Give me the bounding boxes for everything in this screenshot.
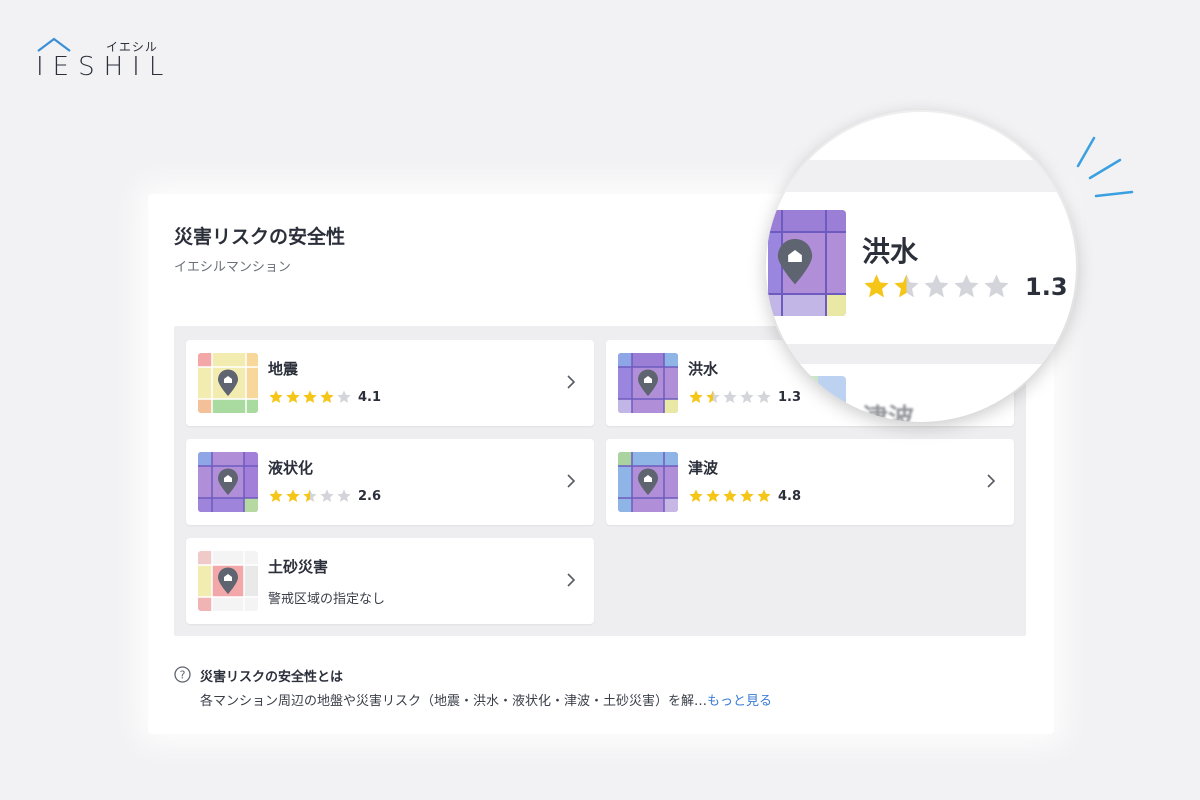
info-text: 各マンション周辺の地盤や災害リスク（地震・洪水・液状化・津波・土砂災害）を解… [200, 694, 708, 709]
score: 2.6 [358, 488, 382, 504]
magnified-star-rating: 1.3 [862, 272, 1068, 301]
stars [862, 272, 1011, 301]
stars [268, 389, 352, 405]
risk-name: 液状化 [268, 459, 314, 477]
map-pin-home-icon [638, 468, 658, 495]
map-thumbnail [618, 452, 678, 512]
section-subtitle: イエシルマンション [174, 260, 291, 275]
star-empty-icon [757, 390, 771, 403]
info-title: 災害リスクの安全性とは [200, 670, 344, 685]
risk-name: 地震 [268, 360, 299, 378]
star-filled-icon [689, 489, 703, 502]
magnified-risk-name: 洪水 [862, 235, 919, 268]
star-half-icon [894, 274, 919, 298]
star-empty-icon [740, 390, 754, 403]
info-body: 各マンション周辺の地盤や災害リスク（地震・洪水・液状化・津波・土砂災害）を解…も… [200, 690, 772, 709]
star-filled-icon [269, 489, 283, 502]
star-filled-icon [706, 489, 720, 502]
star-filled-icon [864, 274, 889, 298]
magnified-score: 1.3 [1025, 272, 1068, 301]
magnified-next-thumbnail [806, 376, 846, 416]
star-empty-icon [320, 489, 334, 502]
star-rating: 4.1 [268, 389, 381, 405]
question-circle-icon: ? [174, 666, 191, 683]
chevron-right-icon [567, 474, 576, 488]
sparkle-lines-icon [1076, 136, 1134, 198]
star-empty-icon [723, 390, 737, 403]
section-title: 災害リスクの安全性 [174, 226, 346, 248]
star-filled-icon [286, 390, 300, 403]
magnified-next-name: 津波 [862, 404, 915, 422]
chevron-right-icon [567, 573, 576, 587]
map-pin-home-icon [638, 369, 658, 396]
magnifier-grid-band [766, 344, 1076, 364]
magnifier-callout: 洪水 1.3 津波 [766, 112, 1076, 422]
risk-item-liquefaction[interactable]: 液状化 2.6 [186, 439, 594, 525]
star-filled-icon [303, 390, 317, 403]
stars [268, 488, 352, 504]
chevron-right-icon [567, 375, 576, 389]
score: 4.1 [358, 389, 382, 405]
magnified-map-thumbnail [768, 210, 846, 316]
map-pin-home-icon [218, 567, 238, 594]
risk-description: 警戒区域の指定なし [268, 592, 386, 607]
score: 4.8 [778, 488, 802, 504]
risk-name: 土砂災害 [268, 558, 329, 576]
risk-name: 津波 [688, 459, 719, 477]
map-thumbnail [198, 353, 258, 413]
star-filled-icon [740, 489, 754, 502]
star-half-icon [706, 390, 720, 403]
star-filled-icon [689, 390, 703, 403]
star-empty-icon [984, 274, 1009, 298]
map-pin-home-icon [218, 468, 238, 495]
map-thumbnail [618, 353, 678, 413]
svg-text:?: ? [180, 669, 186, 682]
star-half-icon [303, 489, 317, 502]
map-pin-home-icon [777, 238, 813, 285]
star-filled-icon [269, 390, 283, 403]
star-filled-icon [320, 390, 334, 403]
stars [688, 389, 772, 405]
chevron-right-icon [987, 474, 996, 488]
magnifier-background-band [766, 160, 1076, 192]
stars [688, 488, 772, 504]
star-empty-icon [337, 489, 351, 502]
star-rating: 4.8 [688, 488, 801, 504]
risk-item-earthquake[interactable]: 地震 4.1 [186, 340, 594, 426]
map-thumbnail [198, 452, 258, 512]
more-link[interactable]: もっと見る [707, 694, 772, 709]
score: 1.3 [778, 389, 802, 405]
star-empty-icon [924, 274, 949, 298]
logo-wordmark: IESHIL [36, 52, 173, 82]
star-filled-icon [286, 489, 300, 502]
star-rating: 1.3 [688, 389, 801, 405]
map-thumbnail [198, 551, 258, 611]
star-rating: 2.6 [268, 488, 381, 504]
risk-name: 洪水 [688, 360, 719, 378]
star-empty-icon [337, 390, 351, 403]
risk-item-tsunami[interactable]: 津波 4.8 [606, 439, 1014, 525]
star-filled-icon [757, 489, 771, 502]
star-empty-icon [954, 274, 979, 298]
risk-item-landslide[interactable]: 土砂災害 警戒区域の指定なし [186, 538, 594, 624]
map-pin-home-icon [218, 369, 238, 396]
star-filled-icon [723, 489, 737, 502]
